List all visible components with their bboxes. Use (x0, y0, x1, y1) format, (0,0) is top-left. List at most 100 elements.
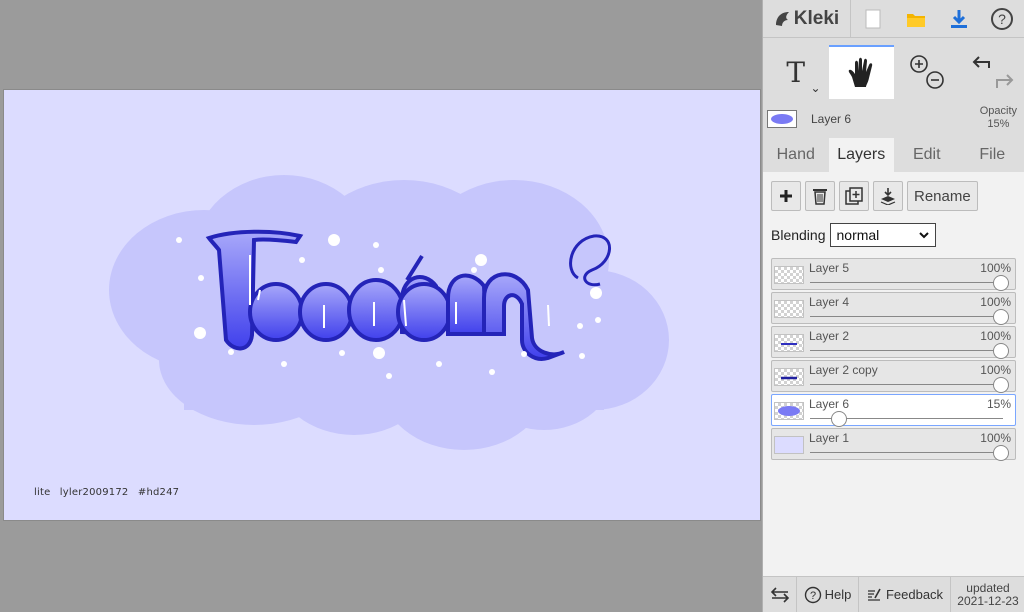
feedback-label: Feedback (885, 587, 944, 602)
layer-thumbnail (774, 300, 804, 318)
opacity-slider-track[interactable] (810, 282, 1003, 283)
text-thumb-icon (781, 343, 797, 345)
layer-row-layer-4[interactable]: Layer 4 100% (771, 292, 1016, 325)
tab-layers[interactable]: Layers (828, 138, 894, 172)
artist-signature: lite lyler2009172 #hd247 (34, 487, 180, 498)
layer-opacity: 100% (980, 295, 1011, 309)
merge-down-icon (880, 188, 896, 205)
opacity-slider-knob[interactable] (993, 445, 1009, 461)
layer-opacity: 15% (986, 397, 1011, 411)
kleki-logo[interactable]: Kleki (763, 0, 851, 38)
cloud-thumb-icon (778, 406, 800, 416)
layers-panel: Rename Blending normal Layer 5 100% Laye… (763, 172, 1024, 576)
opacity-slider-knob[interactable] (993, 343, 1009, 359)
opacity-slider-knob[interactable] (993, 275, 1009, 291)
hand-tool-button[interactable] (828, 45, 894, 99)
hand-icon (848, 57, 873, 87)
layer-row-layer-1[interactable]: Layer 1 100% (771, 428, 1016, 461)
tab-hand[interactable]: Hand (763, 138, 829, 172)
layer-name: Layer 2 (809, 329, 850, 343)
layer-name: Layer 6 (809, 397, 850, 411)
open-image-button[interactable] (894, 0, 937, 38)
artwork (109, 175, 669, 450)
zoom-in-out-icon (909, 55, 944, 89)
opacity-slider-knob[interactable] (993, 309, 1009, 325)
tab-edit[interactable]: Edit (894, 138, 960, 172)
drawing-canvas[interactable]: lite lyler2009172 #hd247 (3, 89, 761, 521)
swap-arrows-icon (770, 586, 789, 603)
active-layer-thumbnail (767, 110, 797, 128)
blending-select[interactable]: normal (829, 223, 936, 247)
opacity-slider-knob[interactable] (830, 411, 847, 427)
layer-thumbnail (774, 436, 804, 454)
layer-thumbnail (774, 266, 804, 284)
layer-row-layer-2-copy[interactable]: Layer 2 copy 100% (771, 360, 1016, 393)
layer-row-layer-2[interactable]: Layer 2 100% (771, 326, 1016, 359)
opacity-slider-track[interactable] (810, 452, 1003, 453)
text-tool-button[interactable]: T ⌄ (763, 45, 829, 99)
active-layer-name: Layer 6 (811, 112, 852, 126)
updated-info[interactable]: updated 2021-12-23 (951, 577, 1024, 612)
bottom-bar: ? Help Feedback updated 2021-12-23 (763, 576, 1024, 612)
sidebar: Kleki ? T ⌄ Layer 6 Opacity 15% Hand Lay… (762, 0, 1024, 612)
help-button[interactable]: ? Help (797, 577, 859, 612)
help-circle-icon: ? (804, 586, 821, 603)
opacity-slider-track[interactable] (810, 384, 1003, 385)
opacity-slider-track[interactable] (810, 350, 1003, 351)
help-glyph: ? (998, 11, 1006, 27)
help-glyph: ? (810, 590, 816, 602)
plus-icon (780, 190, 792, 202)
layer-name: Layer 1 (809, 431, 850, 445)
duplicate-layer-button[interactable] (839, 181, 869, 211)
swap-side-button[interactable] (763, 577, 797, 612)
new-image-icon (865, 9, 880, 28)
text-tool-icon: T (786, 55, 806, 89)
updated-label: updated (966, 580, 1010, 595)
open-folder-icon (906, 13, 925, 27)
opacity-slider-knob[interactable] (993, 377, 1009, 393)
download-icon (950, 9, 967, 28)
add-layer-button[interactable] (771, 181, 801, 211)
undo-redo-icon (972, 56, 1014, 88)
updated-date: 2021-12-23 (957, 593, 1019, 608)
tab-bar: Hand Layers Edit File (763, 138, 1024, 172)
layer-thumbnail (774, 334, 804, 352)
feedback-pen-icon (867, 588, 881, 601)
opacity-readout: Opacity 15% (980, 105, 1017, 131)
opacity-value: 15% (987, 118, 1010, 130)
save-image-button[interactable] (937, 0, 980, 38)
layer-actions: Rename (771, 181, 978, 211)
rename-button[interactable]: Rename (907, 181, 978, 211)
blending-label: Blending (771, 227, 826, 243)
layer-name: Layer 4 (809, 295, 850, 309)
layer-list: Layer 5 100% Layer 4 100% Layer 2 100% L… (771, 258, 1016, 462)
trash-icon (813, 189, 827, 205)
layer-opacity: 100% (980, 329, 1011, 343)
layer-name: Layer 2 copy (809, 363, 878, 377)
layer-name: Layer 5 (809, 261, 850, 275)
layer-row-layer-6[interactable]: Layer 6 15% (771, 394, 1016, 427)
active-layer-info: Layer 6 Opacity 15% (763, 101, 1024, 137)
new-image-button[interactable] (851, 0, 894, 38)
duplicate-icon (845, 187, 863, 205)
feedback-button[interactable]: Feedback (859, 577, 951, 612)
tab-file[interactable]: File (960, 138, 1024, 172)
layer-thumbnail (774, 368, 804, 386)
tool-row: T ⌄ (763, 45, 1024, 99)
undo-redo-buttons[interactable] (960, 45, 1024, 99)
kleki-bird-icon (775, 11, 789, 26)
opacity-slider-track[interactable] (810, 316, 1003, 317)
delete-layer-button[interactable] (805, 181, 835, 211)
cloud-thumb-icon (771, 114, 793, 124)
zoom-buttons[interactable] (894, 45, 960, 99)
layer-row-layer-5[interactable]: Layer 5 100% (771, 258, 1016, 291)
chevron-down-icon (918, 232, 929, 239)
help-circle-icon: ? (990, 7, 1013, 30)
app-name: Kleki (793, 7, 840, 29)
canvas-workspace[interactable]: lite lyler2009172 #hd247 (0, 0, 762, 612)
blending-value: normal (836, 227, 880, 243)
top-toolbar: Kleki ? (763, 0, 1024, 38)
merge-down-button[interactable] (873, 181, 903, 211)
chevron-down-icon[interactable]: ⌄ (810, 81, 820, 95)
help-top-button[interactable]: ? (980, 0, 1023, 38)
